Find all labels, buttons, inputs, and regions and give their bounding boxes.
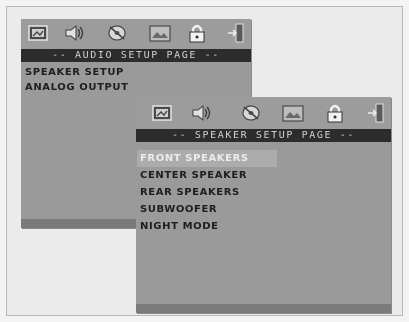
lock-icon[interactable] [186, 23, 208, 43]
speaker-icon[interactable] [64, 23, 86, 43]
menu-item-speaker-setup[interactable]: SPEAKER SETUP [22, 65, 250, 80]
menu-item-subwoofer[interactable]: SUBWOOFER [137, 201, 390, 218]
menu-item-center-speaker[interactable]: CENTER SPEAKER [137, 167, 390, 184]
exit-icon[interactable] [225, 23, 247, 43]
icon-bar [136, 97, 391, 129]
menu-item-night-mode[interactable]: NIGHT MODE [137, 218, 390, 235]
menu-item-front-speakers[interactable]: FRONT SPEAKERS [137, 150, 277, 167]
page-title: -- AUDIO SETUP PAGE -- [21, 49, 251, 62]
exit-icon[interactable] [365, 103, 387, 123]
audio-menu: SPEAKER SETUP ANALOG OUTPUT [22, 65, 250, 95]
icon-bar [21, 19, 251, 49]
monitor-icon[interactable] [151, 103, 173, 123]
speaker-menu: FRONT SPEAKERS CENTER SPEAKER REAR SPEAK… [137, 150, 390, 235]
lock-icon[interactable] [324, 103, 346, 123]
status-bar [136, 304, 391, 313]
disc-icon[interactable] [240, 103, 262, 123]
page-title: -- SPEAKER SETUP PAGE -- [136, 129, 391, 142]
speaker-icon[interactable] [191, 103, 213, 123]
picture-icon[interactable] [282, 103, 304, 123]
disc-icon[interactable] [106, 23, 128, 43]
speaker-setup-panel: -- SPEAKER SETUP PAGE -- FRONT SPEAKERS … [136, 97, 391, 313]
menu-item-rear-speakers[interactable]: REAR SPEAKERS [137, 184, 390, 201]
menu-item-analog-output[interactable]: ANALOG OUTPUT [22, 80, 250, 95]
monitor-icon[interactable] [27, 23, 49, 43]
picture-icon[interactable] [149, 23, 171, 43]
